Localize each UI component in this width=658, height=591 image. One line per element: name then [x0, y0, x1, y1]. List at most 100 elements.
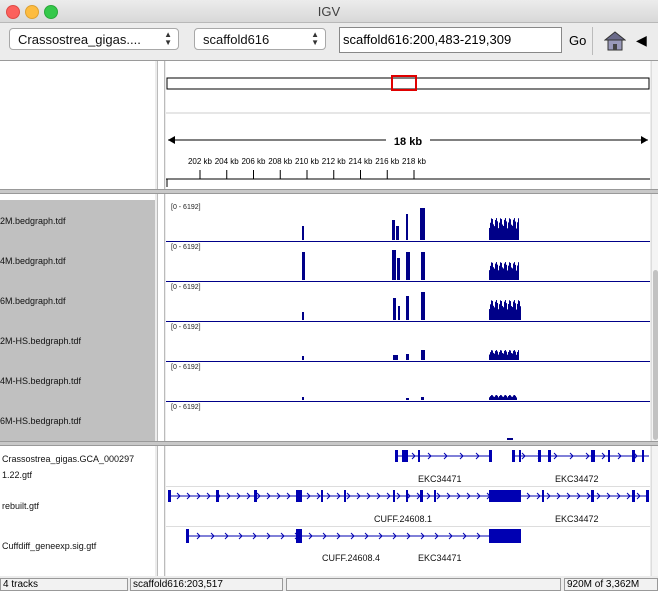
coverage-bar — [511, 306, 512, 320]
ruler-tick-label: 214 kb — [348, 157, 373, 166]
coverage-bar — [494, 396, 495, 400]
exon — [591, 490, 594, 502]
data-track-name[interactable]: 6M.bedgraph.tdf — [0, 296, 66, 306]
back-arrow-icon[interactable]: ◀ — [636, 32, 647, 49]
ruler-panel: 18 kb 202 kb 204 kb 206 kb 208 kb 210 kb 212 … — [166, 61, 650, 189]
coverage-bar — [497, 221, 498, 240]
coverage-bar — [507, 270, 508, 280]
coverage-bar — [422, 350, 423, 360]
coverage-bar — [491, 350, 492, 360]
coverage-bar — [511, 224, 512, 240]
coverage-bar — [517, 222, 518, 240]
coverage-bar — [422, 292, 423, 320]
coverage-bar — [302, 312, 303, 320]
coverage-bar — [515, 395, 516, 400]
gene-label: CUFF.24608.1 — [374, 514, 433, 524]
gene-features[interactable] — [166, 446, 650, 576]
genome-dropdown[interactable]: Crassostrea_gigas.... ▲ ▼ — [9, 28, 179, 50]
coverage-bar — [303, 226, 304, 240]
chromosome-ideogram[interactable] — [166, 77, 650, 90]
coverage-bar — [423, 292, 424, 320]
coverage-bar — [498, 397, 499, 400]
coverage-bar — [515, 221, 516, 240]
gene-label: EKC34471 — [418, 553, 462, 563]
exon — [402, 450, 408, 462]
coverage-bar — [506, 221, 507, 240]
coverage-bar — [519, 301, 520, 320]
dropdown-arrows-icon: ▲ ▼ — [311, 30, 319, 47]
exon — [395, 450, 398, 462]
home-icon[interactable] — [604, 31, 626, 51]
coverage-bar — [505, 300, 506, 320]
exon — [216, 490, 219, 502]
coverage-bar — [508, 304, 509, 320]
coverage-bar — [490, 265, 491, 280]
coverage-bar — [496, 262, 497, 280]
exon — [186, 529, 189, 543]
coverage-bar — [511, 438, 512, 440]
gene-label: EKC34472 — [555, 514, 599, 524]
coverage-bar — [514, 350, 515, 360]
gene-label: EKC34471 — [418, 474, 462, 484]
coverage-bar — [423, 397, 424, 400]
coverage-bar — [510, 301, 511, 320]
chromosome-dropdown[interactable]: scaffold616 ▲ ▼ — [194, 28, 326, 50]
coverage-bar — [421, 292, 422, 320]
coverage-bar — [505, 218, 506, 240]
exon — [321, 490, 323, 502]
coverage-bar — [302, 252, 303, 280]
coverage-bar — [489, 227, 490, 240]
coverage-bar — [399, 258, 400, 280]
coverage-bar — [407, 296, 408, 320]
coverage-bar — [510, 262, 511, 280]
coverage-bar — [511, 267, 512, 280]
feature-track-name[interactable]: Crassostrea_gigas.GCA_000297 — [2, 454, 134, 464]
coverage-bar — [507, 354, 508, 360]
coverage-bar — [494, 226, 495, 240]
coverage-bar — [499, 352, 500, 360]
message-status — [286, 578, 561, 591]
ruler-tick-label: 206 kb — [241, 157, 266, 166]
coverage-bar — [423, 350, 424, 360]
feature-attribute-panel — [157, 446, 165, 576]
coverage-bar — [504, 301, 505, 320]
coverage-bar — [516, 354, 517, 360]
coverage-bar — [421, 252, 422, 280]
header-scrollbar[interactable] — [651, 61, 658, 189]
data-track-name[interactable]: 4M.bedgraph.tdf — [0, 256, 66, 266]
feature-scrollbar[interactable] — [651, 446, 658, 576]
coverage-bar — [492, 350, 493, 360]
locus-input[interactable]: scaffold616:200,483-219,309 — [339, 27, 562, 53]
coverage-bar — [422, 208, 423, 240]
feature-track-name[interactable]: Cuffdiff_geneexp.sig.gtf — [2, 541, 96, 551]
exon — [542, 490, 544, 502]
ruler-tick-label: 204 kb — [215, 157, 240, 166]
coverage-bar — [501, 262, 502, 280]
exon — [418, 450, 420, 462]
coverage-bar — [489, 309, 490, 320]
span-label: 18 kb — [394, 136, 422, 148]
left-arrowhead-icon — [168, 136, 175, 144]
coverage-bar — [491, 218, 492, 240]
data-track-name[interactable]: 2M.bedgraph.tdf — [0, 216, 66, 226]
coverage-bar — [489, 354, 490, 360]
data-scrollbar-thumb[interactable] — [653, 270, 658, 440]
coverage-bar — [424, 252, 425, 280]
coverage-bar — [505, 395, 506, 400]
gene-label: EKC34472 — [555, 474, 599, 484]
data-track-name[interactable]: 6M-HS.bedgraph.tdf — [0, 416, 81, 426]
exon — [434, 490, 436, 502]
data-track-name[interactable]: 4M-HS.bedgraph.tdf — [0, 376, 81, 386]
exon — [632, 490, 635, 502]
coverage-bar — [511, 353, 512, 360]
feature-track-name[interactable]: rebuilt.gtf — [2, 501, 39, 511]
coverage-bar — [392, 220, 393, 240]
coverage-bar — [508, 265, 509, 280]
coverage-bar — [505, 350, 506, 360]
go-button[interactable]: Go — [569, 33, 586, 48]
feature-track-name[interactable]: 1.22.gtf — [2, 470, 32, 480]
coverage-bar — [520, 306, 521, 320]
selected-tracks-highlight — [0, 200, 155, 441]
data-track-name[interactable]: 2M-HS.bedgraph.tdf — [0, 336, 81, 346]
data-scrollbar[interactable] — [651, 194, 658, 441]
